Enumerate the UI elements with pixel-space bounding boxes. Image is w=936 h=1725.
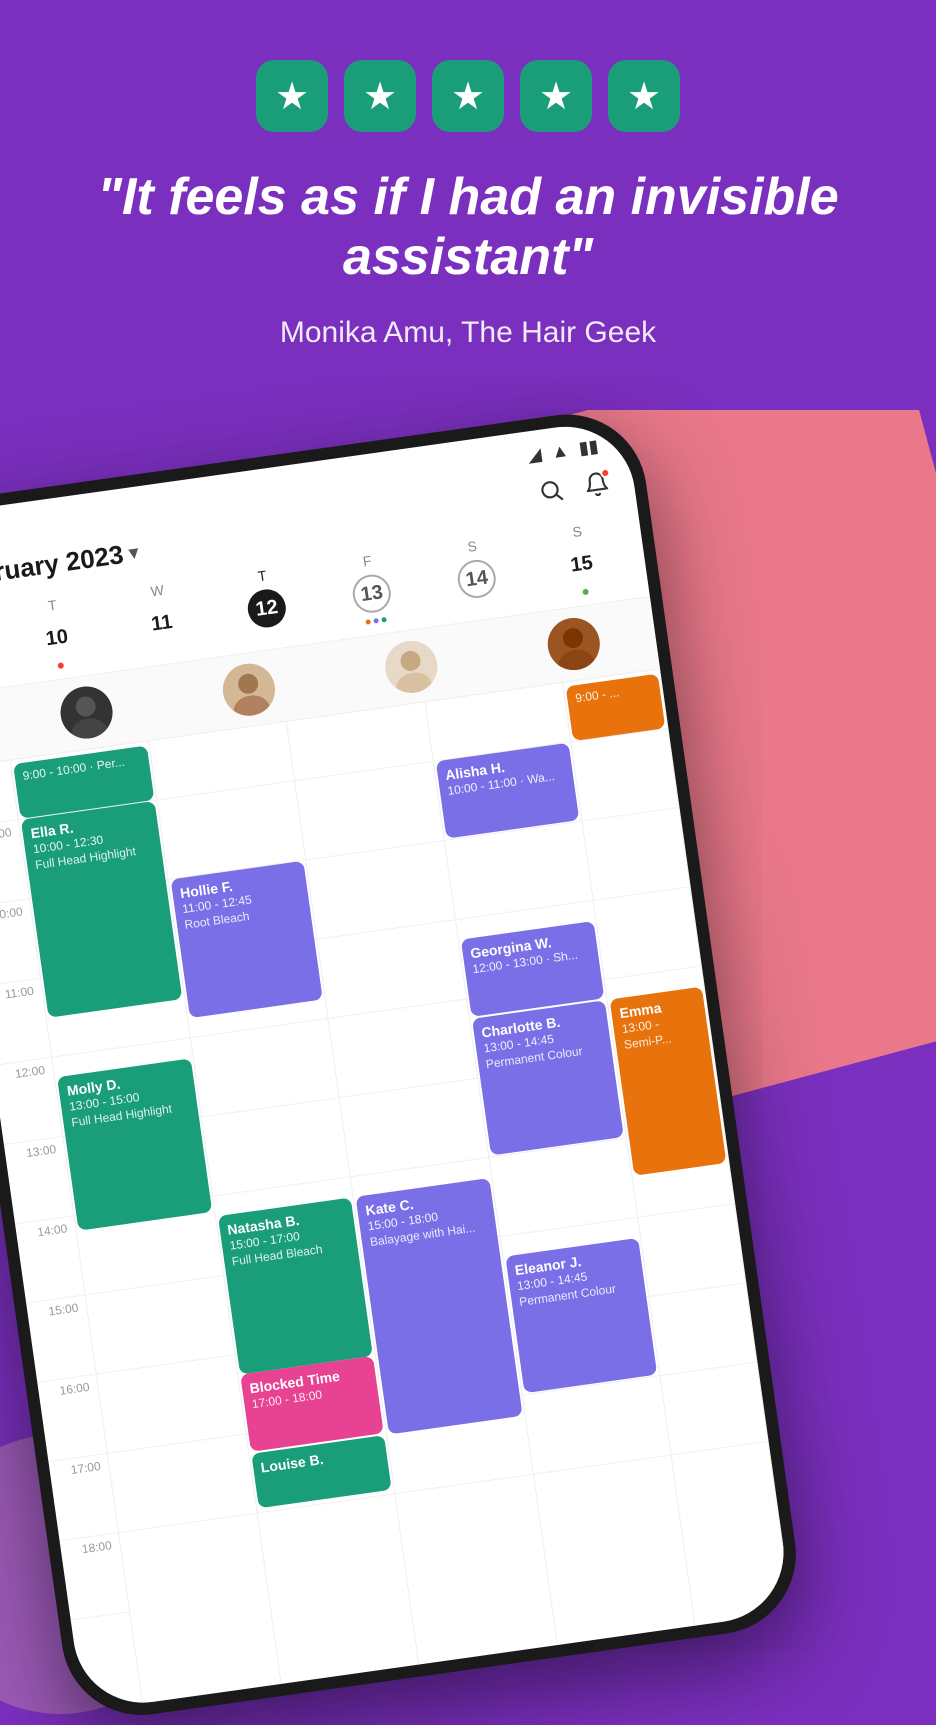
search-button[interactable] [537,476,567,512]
phone-screen: ◢ ▲ ▮▮ February 2023 ▾ [0,418,793,1712]
stars-row: ★ ★ ★ ★ ★ [256,60,680,132]
time-slot-12: 12:00 [0,1058,62,1145]
time-slot-16: 16:00 [37,1375,107,1462]
star-3: ★ [432,60,504,132]
time-slot-13: 13:00 [4,1137,74,1224]
appointment-ella[interactable]: Ella R. 10:00 - 12:30 Full Head Highligh… [21,801,182,1018]
chevron-down-icon: ▾ [128,542,140,564]
star-1: ★ [256,60,328,132]
day-col-15[interactable]: S 15 [523,512,640,612]
day-columns: 9:00 - 10:00 · Per... Ella R. 10:00 - 12… [11,669,793,1711]
star-2: ★ [344,60,416,132]
appointment-natasha[interactable]: Natasha B. 15:00 - 17:00 Full Head Bleac… [217,1197,372,1374]
star-4: ★ [520,60,592,132]
header-actions [537,470,613,513]
star-5: ★ [608,60,680,132]
notification-dot [600,467,611,478]
avatar [57,683,116,742]
signal-icon: ◢ [526,444,543,467]
attribution: Monika Amu, The Hair Geek [280,316,656,350]
day-col-12[interactable]: T 12 [208,556,325,656]
calendar-grid: 9:00 10:00 11:00 12:00 13:00 14:00 15:00… [0,669,793,1711]
time-slot-14: 14:00 [15,1216,85,1303]
day-dot-10 [57,662,64,669]
hero-section: ★ ★ ★ ★ ★ "It feels as if I had an invis… [0,0,936,410]
day-dot-15 [582,589,589,596]
quote-text: "It feels as if I had an invisible assis… [78,168,858,288]
appointment-hollie[interactable]: Hollie F. 11:00 - 12:45 Root Bleach [170,861,323,1018]
day-col-14[interactable]: S 14 [418,527,535,627]
phone-mockup: ◢ ▲ ▮▮ February 2023 ▾ [0,420,936,1680]
time-slot-17: 17:00 [49,1454,119,1541]
appointment-eleanor[interactable]: Eleanor J. 13:00 - 14:45 Permanent Colou… [505,1238,657,1393]
phone-frame: ◢ ▲ ▮▮ February 2023 ▾ [0,404,806,1725]
notifications-button[interactable] [582,470,612,506]
appointment-molly[interactable]: Molly D. 13:00 - 15:00 Full Head Highlig… [57,1058,212,1230]
location-icon: ▲ [550,440,571,463]
multi-dot [365,617,386,625]
day-col-11[interactable]: W 11 [103,571,220,671]
day-col-10[interactable]: T 10 [0,586,115,686]
battery-icon: ▮▮ [577,436,600,460]
appointment-charlotte[interactable]: Charlotte B. 13:00 - 14:45 Permanent Col… [471,1000,623,1155]
avatar [382,638,441,697]
time-slot-15: 15:00 [26,1295,96,1382]
avatar [220,660,279,719]
time-slot-18: 18:00 [60,1533,130,1620]
avatar [544,615,603,674]
day-col-13[interactable]: F 13 [313,542,430,642]
